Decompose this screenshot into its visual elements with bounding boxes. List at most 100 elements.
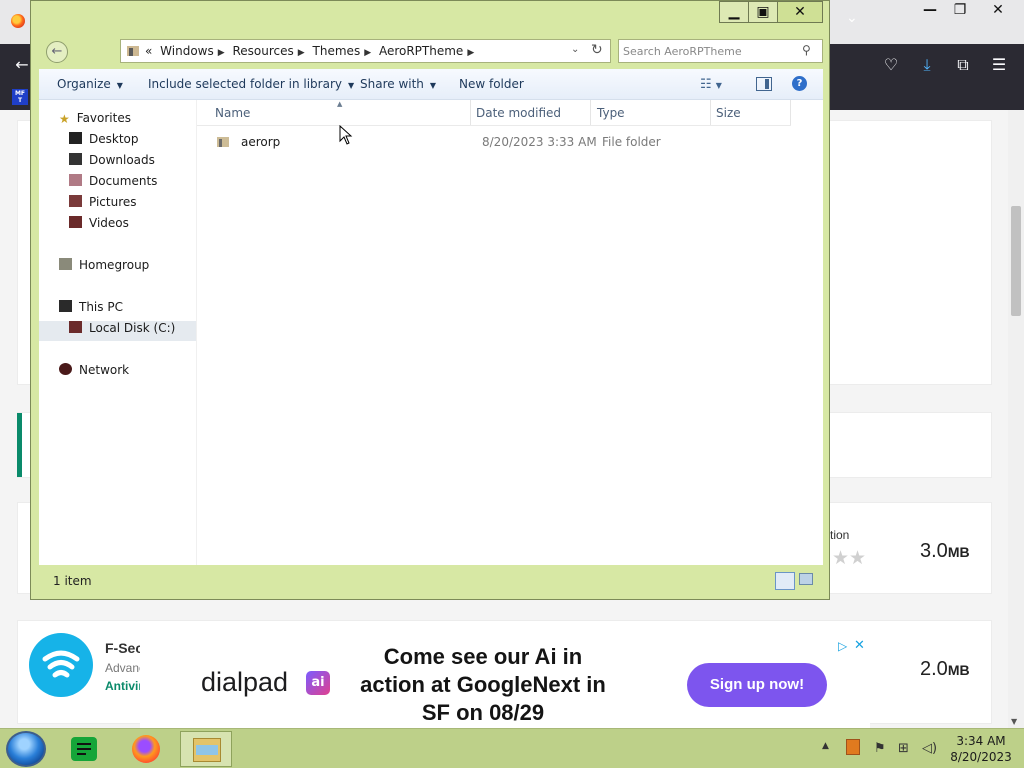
breadcrumb-aerorptheme[interactable]: AeroRPTheme: [379, 44, 463, 58]
refresh-icon[interactable]: ↻: [591, 42, 603, 58]
search-icon[interactable]: ⚲: [802, 43, 811, 57]
content-area: ★ Favorites Desktop Downloads Documents P…: [39, 100, 823, 565]
column-header-size[interactable]: Size: [716, 106, 741, 120]
nav-this-pc[interactable]: This PC: [59, 300, 123, 320]
breadcrumb-separator-icon[interactable]: ▶: [298, 48, 305, 58]
taskbar-notes-app[interactable]: [58, 731, 110, 767]
table-row[interactable]: aerorp 8/20/2023 3:33 AM File folder: [209, 134, 789, 152]
breadcrumb: « Windows ▶ Resources ▶ Themes ▶ AeroRPThem…: [145, 44, 478, 58]
column-header-date-modified[interactable]: Date modified: [476, 106, 561, 120]
breadcrumb-themes[interactable]: Themes: [313, 44, 361, 58]
close-button[interactable]: ✕: [777, 1, 823, 23]
taskbar-file-explorer[interactable]: [180, 731, 232, 767]
advertisement-banner[interactable]: dialpad ai Come see our Ai in action at …: [140, 633, 870, 728]
scroll-down-arrow-icon[interactable]: ▼: [1011, 717, 1017, 726]
breadcrumb-separator-icon[interactable]: ▶: [364, 48, 371, 58]
ad-signup-button[interactable]: Sign up now!: [687, 663, 827, 707]
breadcrumb-separator-icon[interactable]: ▶: [467, 48, 474, 58]
column-divider[interactable]: [790, 100, 791, 125]
computer-icon: [59, 300, 72, 312]
column-divider[interactable]: [470, 100, 471, 125]
status-bar: 1 item: [39, 565, 823, 595]
notes-app-icon: [71, 737, 97, 761]
nav-documents[interactable]: Documents: [69, 174, 157, 194]
app-card-1-rating: ★★: [832, 547, 867, 569]
nav-downloads[interactable]: Downloads: [69, 153, 155, 173]
file-date-modified: 8/20/2023 3:33 AM: [482, 135, 597, 149]
adchoices-icon[interactable]: ▷: [838, 639, 847, 653]
column-divider[interactable]: [590, 100, 591, 125]
breadcrumb-resources[interactable]: Resources: [233, 44, 294, 58]
homegroup-icon: [59, 258, 72, 270]
flag-icon[interactable]: ⚑: [874, 741, 886, 756]
scrollbar-thumb[interactable]: [1011, 206, 1021, 316]
large-icons-view-icon[interactable]: [799, 573, 813, 585]
menu-icon[interactable]: ☰: [988, 54, 1010, 76]
column-header-type[interactable]: Type: [597, 106, 625, 120]
forward-button[interactable]: [77, 44, 81, 58]
column-divider[interactable]: [710, 100, 711, 125]
search-input[interactable]: [623, 43, 793, 59]
minimize-button[interactable]: ▁: [719, 1, 749, 23]
maximize-button[interactable]: ▣: [748, 1, 778, 23]
browser-restore-button[interactable]: ❐: [942, 0, 978, 20]
volume-icon[interactable]: ◁): [922, 741, 937, 756]
details-view-icon[interactable]: [775, 572, 795, 590]
nav-network[interactable]: Network: [59, 363, 129, 383]
header-divider: [197, 125, 791, 126]
nav-videos[interactable]: Videos: [69, 216, 129, 236]
search-box[interactable]: ⚲: [618, 39, 823, 63]
address-dropdown-icon[interactable]: ⌄: [571, 44, 579, 55]
breadcrumb-windows[interactable]: Windows: [160, 44, 214, 58]
nav-desktop[interactable]: Desktop: [69, 132, 139, 152]
clock-time: 3:34 AM: [956, 734, 1006, 748]
preview-pane-icon[interactable]: [756, 77, 772, 91]
firefox-tab-icon[interactable]: [11, 14, 25, 28]
start-button[interactable]: [6, 731, 46, 767]
include-in-library-button[interactable]: Include selected folder in library ▼: [148, 77, 354, 91]
command-bar: Organize ▼ Include selected folder in lib…: [39, 69, 823, 100]
organize-button[interactable]: Organize ▼: [57, 77, 123, 91]
breadcrumb-separator-icon[interactable]: ▶: [218, 48, 225, 58]
tab-list-chevron-icon[interactable]: ⌄: [846, 10, 858, 26]
ad-headline: Come see our Ai in action at GoogleNext …: [360, 644, 606, 725]
mouse-cursor-icon: [339, 125, 353, 145]
nav-homegroup[interactable]: Homegroup: [59, 258, 149, 278]
network-tray-icon[interactable]: ⊞: [898, 741, 909, 756]
bookmark-mft-icon[interactable]: MF T: [12, 89, 28, 105]
breadcrumb-overflow[interactable]: «: [145, 44, 152, 58]
app-card-2-title[interactable]: F-Sec: [105, 640, 143, 656]
column-header-name[interactable]: Name: [215, 106, 250, 120]
nav-pictures[interactable]: Pictures: [69, 195, 137, 215]
folder-icon: [217, 137, 229, 147]
file-list[interactable]: ▲ Name Date modified Type Size aerorp 8/…: [197, 100, 823, 565]
show-hidden-icons-icon[interactable]: ▲: [822, 741, 829, 751]
clock[interactable]: 3:34 AM 8/20/2023: [946, 733, 1016, 765]
browser-close-button[interactable]: ✕: [980, 0, 1016, 20]
nav-local-disk[interactable]: Local Disk (C:): [39, 321, 196, 341]
clock-date: 8/20/2023: [950, 750, 1012, 764]
documents-icon: [69, 174, 82, 186]
nav-favorites[interactable]: ★ Favorites: [59, 111, 131, 131]
ad-brand-logo: dialpad: [201, 667, 289, 697]
new-folder-button[interactable]: New folder: [459, 77, 524, 91]
taskbar-firefox[interactable]: [120, 731, 172, 767]
back-button[interactable]: ←: [46, 41, 68, 63]
firefox-icon: [132, 735, 160, 763]
help-icon[interactable]: ?: [792, 76, 807, 91]
share-with-button[interactable]: Share with ▼: [360, 77, 436, 91]
navigation-pane[interactable]: ★ Favorites Desktop Downloads Documents P…: [39, 100, 197, 565]
pocket-icon[interactable]: ♡: [880, 54, 902, 76]
file-name[interactable]: aerorp: [241, 135, 280, 149]
page-scrollbar[interactable]: ▼: [1008, 110, 1024, 728]
file-explorer-window[interactable]: ▁ ▣ ✕ ← « Windows ▶ Resources ▶ Themes ▶ Ae…: [30, 0, 830, 600]
tray-app-icon[interactable]: [846, 739, 860, 755]
change-view-icon[interactable]: ☷ ▼: [700, 77, 722, 92]
f-secure-logo: [29, 633, 93, 697]
downloads-icon[interactable]: ⤓: [916, 54, 938, 76]
address-bar[interactable]: « Windows ▶ Resources ▶ Themes ▶ AeroRPThem…: [120, 39, 611, 63]
ad-close-icon[interactable]: ✕: [854, 638, 865, 653]
extensions-icon[interactable]: ⧉: [952, 54, 974, 76]
pictures-icon: [69, 195, 82, 207]
app-card-2-category[interactable]: Antivir: [105, 679, 143, 693]
